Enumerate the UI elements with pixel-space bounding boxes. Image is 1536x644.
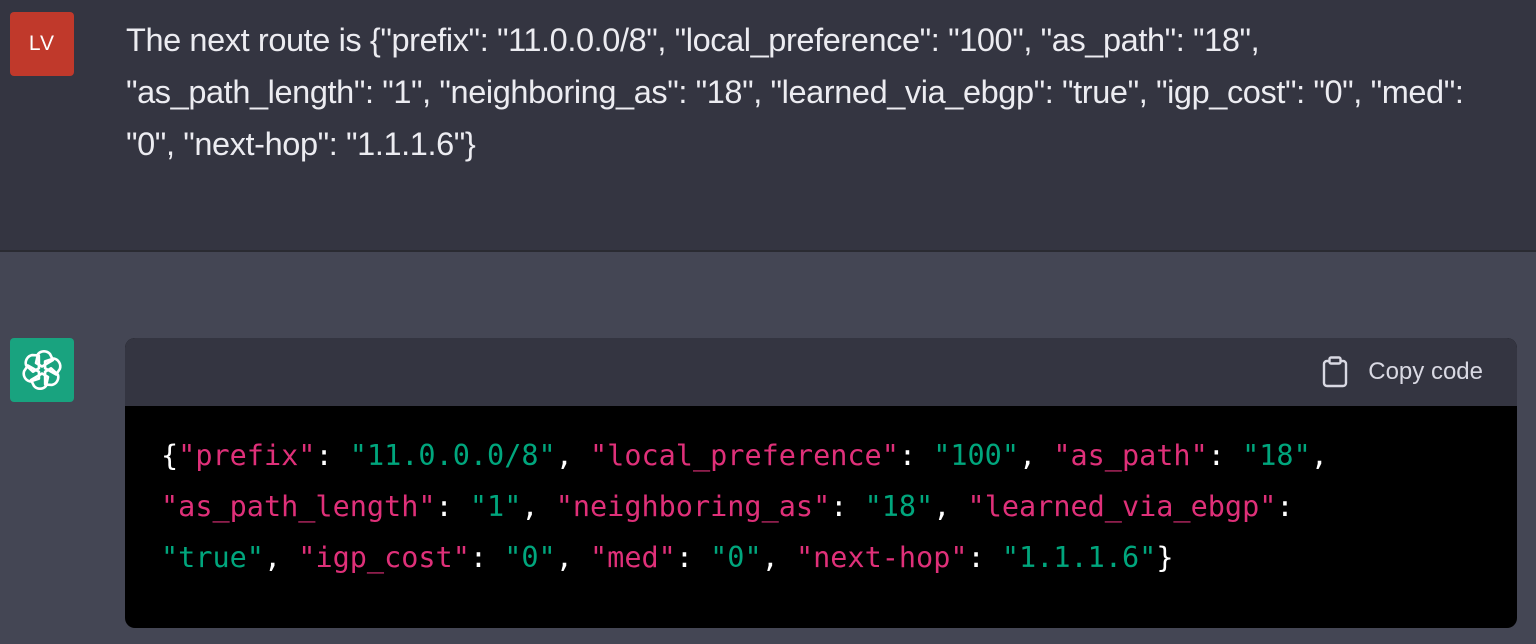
code-string-token: "true" <box>161 541 264 574</box>
code-string-token: "0" <box>504 541 556 574</box>
user-avatar: LV <box>10 12 74 76</box>
code-key-token: "prefix" <box>178 439 316 472</box>
assistant-message-row: Copy code {"prefix": "11.0.0.0/8", "loca… <box>0 252 1536 644</box>
code-string-token: "0" <box>710 541 762 574</box>
code-block: Copy code {"prefix": "11.0.0.0/8", "loca… <box>125 338 1517 628</box>
code-line: "true", "igp_cost": "0", "med": "0", "ne… <box>161 532 1481 583</box>
code-key-token: "med" <box>590 541 676 574</box>
user-message-row: LV The next route is {"prefix": "11.0.0.… <box>0 0 1536 252</box>
copy-code-label: Copy code <box>1368 358 1483 385</box>
code-punctuation-token: : <box>315 439 350 472</box>
code-punctuation-token: : <box>1207 439 1243 472</box>
code-punctuation-token: : <box>469 541 505 574</box>
code-punctuation-token: } <box>1156 541 1174 574</box>
code-string-token: "18" <box>1242 439 1311 472</box>
code-punctuation-token: , <box>761 541 796 574</box>
assistant-avatar <box>10 338 74 402</box>
code-punctuation-token: , <box>555 439 591 472</box>
code-punctuation-token: : <box>1276 490 1294 523</box>
code-string-token: "18" <box>864 490 934 523</box>
code-line: "as_path_length": "1", "neighboring_as":… <box>161 481 1481 532</box>
code-punctuation-token: : <box>675 541 711 574</box>
code-punctuation-token: , <box>555 541 591 574</box>
code-key-token: "as_path_length" <box>161 490 436 523</box>
code-block-header: Copy code <box>125 338 1517 406</box>
code-line: {"prefix": "11.0.0.0/8", "local_preferen… <box>161 430 1481 481</box>
code-punctuation-token: , <box>521 490 556 523</box>
code-string-token: "11.0.0.0/8" <box>349 439 556 472</box>
code-punctuation-token: , <box>1310 439 1328 472</box>
code-string-token: "1.1.1.6" <box>1001 541 1157 574</box>
openai-logo-icon <box>22 350 62 390</box>
code-punctuation-token: , <box>263 541 299 574</box>
code-key-token: "neighboring_as" <box>555 490 831 523</box>
code-punctuation-token: , <box>1019 439 1054 472</box>
code-key-token: "igp_cost" <box>298 541 470 574</box>
code-punctuation-token: { <box>161 439 179 472</box>
code-string-token: "1" <box>469 490 522 523</box>
code-punctuation-token: : <box>898 439 934 472</box>
copy-code-button[interactable]: Copy code <box>1322 356 1483 388</box>
code-punctuation-token: , <box>933 490 968 523</box>
code-punctuation-token: : <box>967 541 1002 574</box>
code-punctuation-token: : <box>830 490 865 523</box>
code-key-token: "next-hop" <box>795 541 968 574</box>
clipboard-icon <box>1323 356 1348 388</box>
code-key-token: "learned_via_ebgp" <box>967 490 1277 523</box>
code-string-token: "100" <box>933 439 1019 472</box>
user-message-text: The next route is {"prefix": "11.0.0.0/8… <box>126 22 1464 162</box>
code-key-token: "as_path" <box>1053 439 1208 472</box>
code-key-token: "local_preference" <box>590 439 899 472</box>
code-punctuation-token: : <box>435 490 470 523</box>
code-content: {"prefix": "11.0.0.0/8", "local_preferen… <box>125 406 1517 583</box>
